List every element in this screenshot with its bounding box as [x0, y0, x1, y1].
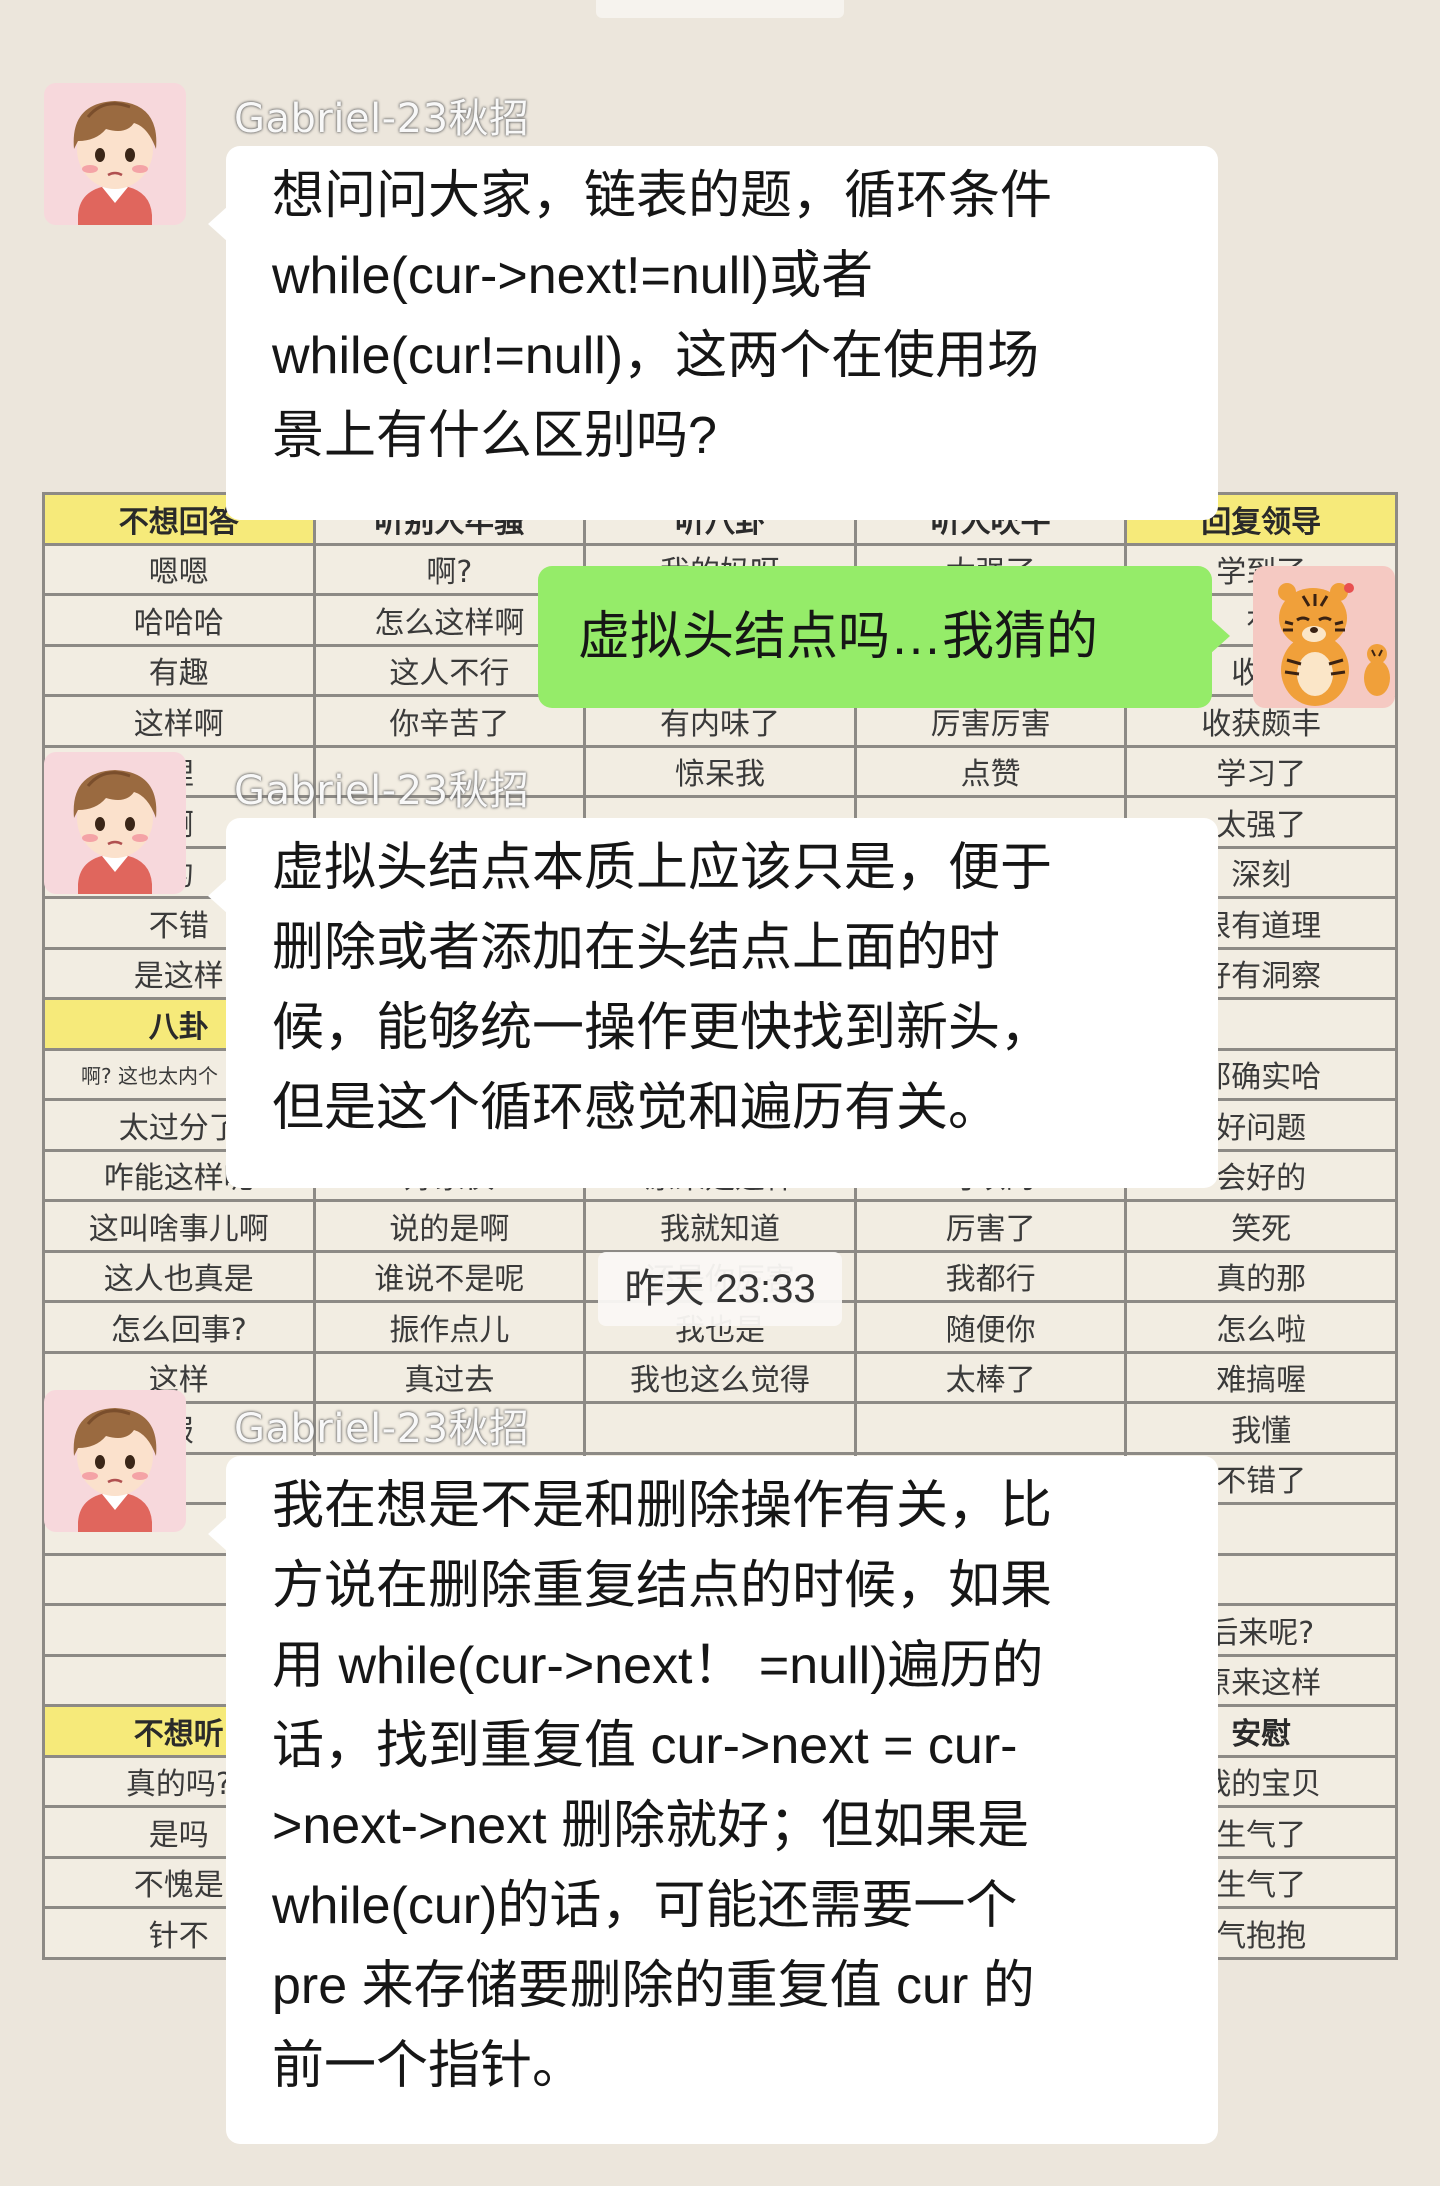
- message-line: 景上有什么区别吗?: [272, 407, 717, 465]
- table-cell: 厉害了: [853, 1199, 1128, 1253]
- message-text: 虚拟头结点吗…我猜的: [578, 608, 1099, 666]
- my-message-bubble[interactable]: 虚拟头结点吗…我猜的: [538, 566, 1230, 708]
- table-cell: 这人也真是: [42, 1249, 316, 1303]
- top-time-pill: [596, 0, 844, 18]
- contact-avatar[interactable]: [44, 1390, 186, 1532]
- cartoon-boy-avatar-icon: [44, 83, 186, 225]
- message-line: 删除或者添加在头结点上面的时: [272, 919, 1001, 977]
- message-line: 虚拟头结点本质上应该只是，便于: [272, 839, 1053, 897]
- table-cell: 点赞: [853, 744, 1128, 798]
- message-line: >next->next 删除就好；但如果是: [272, 1797, 1030, 1855]
- my-avatar[interactable]: [1253, 566, 1395, 708]
- table-cell: 太棒了: [853, 1350, 1128, 1404]
- table-cell: 有趣: [42, 643, 316, 697]
- timestamp-label: 昨天 23:33: [598, 1252, 842, 1326]
- table-cell: [853, 1401, 1128, 1455]
- table-row: 这叫啥事儿啊 说的是啊 我就知道 厉害了 笑死: [42, 1199, 1398, 1253]
- message-line: 我在想是不是和删除操作有关，比: [272, 1477, 1053, 1535]
- contact-avatar[interactable]: [44, 752, 186, 894]
- table-cell: 说的是啊: [312, 1199, 587, 1253]
- message-bubble[interactable]: 虚拟头结点本质上应该只是，便于 删除或者添加在头结点上面的时 候，能够统一操作更…: [208, 818, 1218, 1188]
- table-cell: 谁说不是呢: [312, 1249, 587, 1303]
- table-cell: 这样啊: [42, 694, 316, 748]
- table-cell: 嗯嗯: [42, 542, 316, 596]
- table-cell: 笑死: [1124, 1199, 1398, 1253]
- message-line: while(cur->next!=null)或者: [272, 247, 874, 305]
- sender-name: Gabriel-23秋招: [234, 768, 530, 814]
- contact-avatar[interactable]: [44, 83, 186, 225]
- message-line: 想问问大家，链表的题，循环条件: [272, 167, 1053, 225]
- table-cell: [583, 1401, 857, 1455]
- table-cell: 真的那: [1124, 1249, 1398, 1303]
- table-cell: 怎么啦: [1124, 1300, 1398, 1354]
- table-cell: 我就知道: [583, 1199, 857, 1253]
- table-cell: 我懂: [1124, 1401, 1398, 1455]
- message-line: while(cur!=null)，这两个在使用场: [272, 327, 1040, 385]
- table-cell: 我也这么觉得: [583, 1350, 857, 1404]
- table-cell: 惊呆我: [583, 744, 857, 798]
- message-line: 前一个指针。: [272, 2037, 585, 2095]
- message-line: 但是这个循环感觉和遍历有关。: [272, 1079, 1001, 1137]
- cartoon-tiger-avatar-icon: [1253, 566, 1395, 708]
- message-bubble[interactable]: 想问问大家，链表的题，循环条件 while(cur->next!=null)或者…: [208, 146, 1218, 520]
- sender-name: Gabriel-23秋招: [234, 1406, 530, 1452]
- table-cell: 振作点儿: [312, 1300, 587, 1354]
- table-cell: 随便你: [853, 1300, 1128, 1354]
- table-cell: 我都行: [853, 1249, 1128, 1303]
- message-line: while(cur)的话，可能还需要一个: [272, 1877, 1018, 1935]
- table-cell: 哈哈哈: [42, 593, 316, 647]
- table-cell: 这叫啥事儿啊: [42, 1199, 316, 1253]
- table-cell: 学习了: [1124, 744, 1398, 798]
- table-cell: 怎么回事?: [42, 1300, 316, 1354]
- cartoon-boy-avatar-icon: [44, 1390, 186, 1532]
- table-cell: 真过去: [312, 1350, 587, 1404]
- table-row: 这样 真过去 我也这么觉得 太棒了 难搞喔: [42, 1350, 1398, 1404]
- message-line: 方说在删除重复结点的时候，如果: [272, 1557, 1053, 1615]
- message-line: 话，找到重复值 cur->next = cur-: [272, 1717, 1018, 1775]
- cartoon-boy-avatar-icon: [44, 752, 186, 894]
- message-line: 候，能够统一操作更快找到新头，: [272, 999, 1053, 1057]
- sender-name: Gabriel-23秋招: [234, 96, 530, 142]
- message-line: pre 来存储要删除的重复值 cur 的: [272, 1957, 1035, 2015]
- message-line: 用 while(cur->next！ =null)遍历的: [272, 1637, 1044, 1695]
- table-cell: 难搞喔: [1124, 1350, 1398, 1404]
- message-bubble[interactable]: 我在想是不是和删除操作有关，比 方说在删除重复结点的时候，如果 用 while(…: [208, 1456, 1218, 2144]
